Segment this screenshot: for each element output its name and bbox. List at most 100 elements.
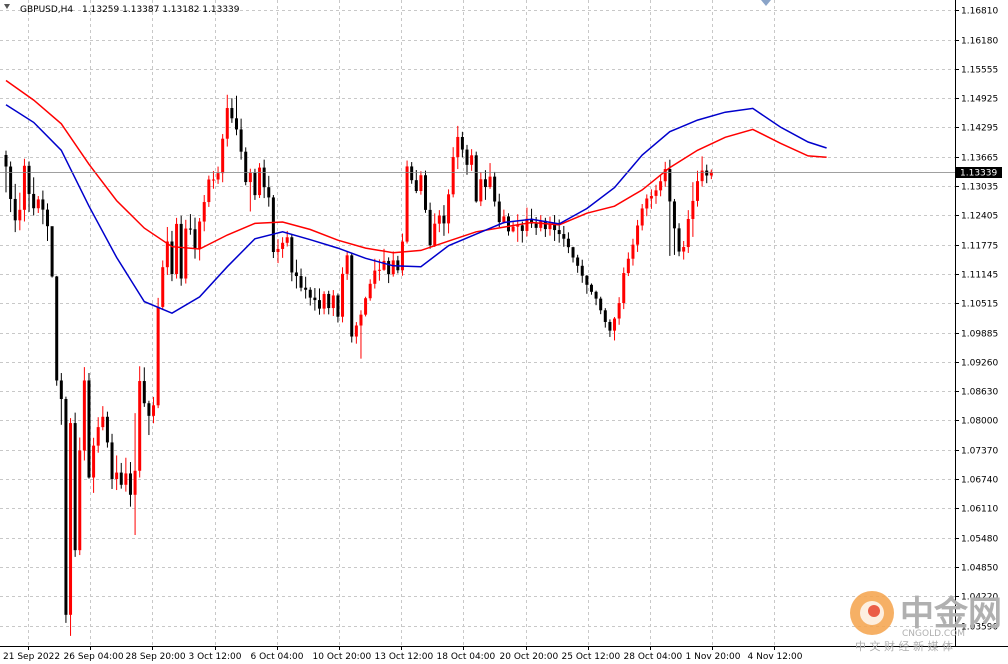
candle-body	[258, 167, 262, 196]
y-tick-label: 1.13035	[961, 183, 998, 193]
candle-body	[636, 225, 640, 245]
candle-body	[248, 172, 252, 183]
x-tick-label: 18 Oct 04:00	[437, 652, 496, 662]
candle-body	[216, 173, 220, 180]
candle-body	[622, 273, 626, 304]
candle-body	[686, 218, 690, 248]
candle-body	[244, 151, 248, 183]
candle-body	[705, 170, 709, 176]
candle-body	[327, 293, 331, 309]
candle-body	[110, 442, 114, 480]
candle-body	[175, 223, 179, 274]
x-tick-label: 10 Oct 20:00	[313, 652, 372, 662]
candle-body	[152, 405, 156, 416]
candle-body	[27, 165, 31, 194]
x-tick-label: 20 Oct 20:00	[500, 652, 559, 662]
candle-body	[433, 223, 437, 246]
candle-body	[562, 234, 566, 239]
candle-body	[202, 202, 206, 222]
candle	[105, 411, 109, 448]
candle-body	[230, 108, 234, 119]
candle	[258, 163, 262, 198]
candle-body	[359, 314, 363, 326]
candle-body	[493, 176, 497, 202]
candle-body	[221, 138, 225, 174]
candle-body	[451, 156, 455, 195]
candle-body	[193, 229, 197, 250]
candle-body	[483, 179, 487, 188]
candle	[405, 160, 409, 244]
candle-body	[631, 244, 635, 259]
candle-body	[50, 226, 54, 277]
candle-body	[580, 265, 584, 276]
y-tick-label: 1.16180	[961, 37, 998, 47]
candle-body	[128, 473, 132, 495]
candle-body	[45, 209, 49, 227]
watermark-url: CNGOLD.COM	[902, 629, 965, 639]
candle-body	[626, 258, 630, 274]
candle-body	[147, 403, 151, 416]
y-tick-label: 1.04850	[961, 564, 998, 574]
candle-body	[640, 208, 644, 226]
candle-body	[267, 187, 271, 198]
candle-body	[672, 201, 676, 229]
candle-body	[262, 167, 266, 188]
candle-body	[419, 175, 423, 192]
y-tick-label: 1.14295	[961, 124, 998, 134]
candle-body	[290, 237, 294, 273]
candle-body	[589, 284, 593, 292]
candle	[87, 372, 91, 479]
y-tick-label: 1.14925	[961, 95, 998, 105]
candle-body	[594, 291, 598, 299]
candle-body	[649, 195, 653, 199]
candle-body	[696, 181, 699, 201]
ohlc-values: 1.13259 1.13387 1.13182 1.13339	[82, 5, 240, 15]
candle-body	[506, 216, 510, 232]
candle	[64, 396, 68, 623]
candle-body	[474, 155, 478, 202]
candle	[55, 275, 59, 386]
candle-body	[668, 169, 672, 202]
candle-body	[599, 298, 603, 311]
candle-body	[308, 289, 312, 298]
candle-body	[179, 223, 183, 279]
candle-body	[239, 129, 243, 152]
candle-body	[479, 179, 483, 202]
y-tick-label: 1.08630	[961, 388, 998, 398]
candle-body	[285, 237, 289, 243]
candle-body	[511, 226, 515, 232]
candle-body	[18, 209, 22, 221]
y-tick-label: 1.11775	[961, 242, 998, 252]
candlestick-chart[interactable]: 1.16810 1.16180 1.15555 1.14925 1.14295 1.136…	[0, 0, 1008, 664]
candle-body	[165, 241, 169, 268]
symbol-label: GBPUSD,H4	[20, 5, 73, 15]
y-tick-label: 1.08000	[961, 417, 998, 427]
chart-background	[0, 0, 1008, 664]
candle-body	[119, 472, 123, 485]
candle-body	[373, 270, 377, 284]
x-tick-label: 25 Oct 12:00	[562, 652, 621, 662]
candle-body	[207, 179, 211, 203]
candle-body	[571, 247, 575, 258]
candle-body	[447, 194, 451, 224]
candle-body	[32, 193, 36, 209]
candle-body	[55, 276, 59, 381]
candle-body	[92, 445, 96, 478]
candle	[493, 171, 497, 207]
candle-body	[313, 297, 317, 301]
candle-body	[617, 303, 621, 319]
watermark-name: 中金网	[900, 594, 1002, 634]
candle-body	[691, 200, 695, 219]
candle-body	[124, 473, 128, 485]
candle	[271, 195, 275, 259]
candle-body	[184, 228, 188, 279]
candle	[69, 418, 73, 636]
candle-body	[156, 306, 160, 406]
chart-header: GBPUSD,H4 1.13259 1.13387 1.13182 1.1333…	[20, 5, 240, 15]
candle-body	[585, 275, 589, 285]
candle-body	[557, 230, 561, 235]
x-tick-label: 26 Sep 04:00	[64, 652, 124, 662]
candle	[424, 170, 428, 213]
candle-body	[101, 416, 105, 428]
candle-body	[645, 198, 649, 209]
